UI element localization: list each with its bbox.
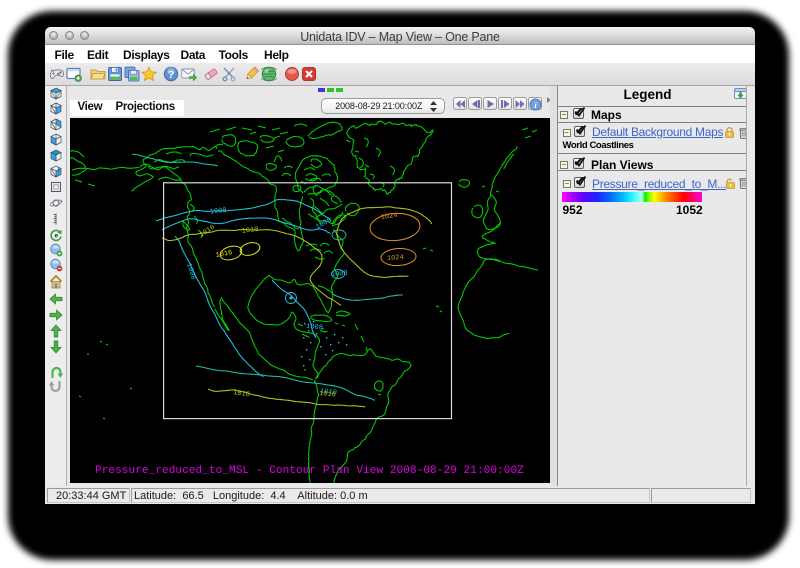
- svg-text:?: ?: [168, 69, 175, 81]
- svg-text:1024: 1024: [387, 253, 404, 262]
- svg-text:1010: 1010: [241, 225, 259, 235]
- svg-text:1008: 1008: [184, 262, 197, 280]
- svg-text:1016: 1016: [198, 223, 216, 239]
- svg-text:1008: 1008: [306, 323, 323, 332]
- svg-text:1016: 1016: [215, 249, 233, 260]
- svg-text:1008: 1008: [331, 269, 348, 278]
- svg-text:1008: 1008: [209, 206, 227, 216]
- svg-text:e: e: [55, 233, 59, 240]
- svg-text:1016: 1016: [233, 389, 251, 399]
- svg-text:Pressure_reduced_to_MSL - Cont: Pressure_reduced_to_MSL - Contour Plan V…: [95, 464, 524, 476]
- svg-text:1016: 1016: [319, 390, 336, 399]
- svg-text:1024: 1024: [380, 211, 398, 221]
